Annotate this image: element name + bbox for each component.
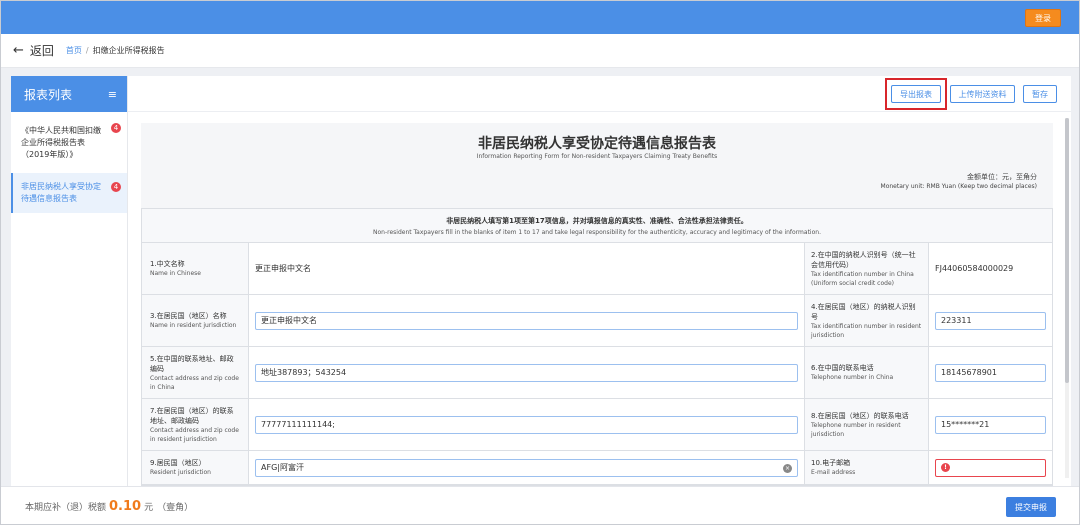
error-icon: ! — [941, 463, 950, 472]
field-label: 3.在居民国（地区）名称 Name in resident jurisdicti… — [142, 295, 249, 346]
report-form: 非居民纳税人享受协定待遇信息报告表 Information Reporting … — [141, 123, 1053, 486]
label-zh: 4.在居民国（地区）的纳税人识别号 — [811, 302, 916, 321]
resident-tax-id-cell: 223311 — [929, 295, 1052, 346]
field-label: 8.在居民国（地区）的联系电话 Telephone number in resi… — [805, 399, 929, 450]
label-en: Name in resident jurisdiction — [150, 322, 237, 329]
field-value: 更正申报中文名 — [255, 264, 311, 273]
resident-name-input[interactable]: 更正申报中文名 — [255, 311, 798, 330]
breadcrumb-current: 扣缴企业所得税报告 — [92, 46, 165, 55]
label-zh: 3.在居民国（地区）名称 — [150, 312, 227, 320]
resident-tax-id-input[interactable]: 223311 — [935, 311, 1046, 330]
resident-phone-input[interactable]: 15*******21 — [935, 415, 1046, 434]
sidebar-item-label: 《中华人民共和国扣缴企业所得税报告表（2019年版）》 — [21, 126, 101, 159]
tax-payable-label: 本期应补（退）税额 — [25, 503, 107, 513]
toolbar: 导出报表 上传附送资料 暂存 — [128, 76, 1071, 112]
china-address-input[interactable]: 地址387893；543254 — [255, 363, 798, 382]
tax-payable-amount: 0.10 — [109, 499, 142, 514]
field-label: 2.在中国的纳税人识别号（统一社会信用代码） Tax identificatio… — [805, 243, 929, 294]
sidebar-item-treaty-benefit-report[interactable]: 非居民纳税人享受协定待遇信息报告表 4 — [11, 173, 127, 213]
notice-en: Non-resident Taxpayers fill in the blank… — [373, 229, 821, 236]
field-label: 9.居民国（地区） Resident jurisdiction — [142, 451, 249, 484]
label-en: Contact address and zip code in China — [150, 374, 239, 391]
resident-name-cell: 更正申报中文名 — [249, 295, 805, 346]
app-window: 登录 ← 返回 首页 / 扣缴企业所得税报告 报表列表 ≡ 《中华人民共和国扣缴… — [0, 0, 1080, 525]
email-cell: ! — [929, 451, 1052, 484]
label-zh: 1.中文名称 — [150, 260, 185, 268]
field-label: 5.在中国的联系地址、邮政编码 Contact address and zip … — [142, 347, 249, 398]
table-row: 7.在居民国（地区）的联系地址、邮政编码 Contact address and… — [142, 399, 1052, 451]
name-in-chinese-value: 更正申报中文名 — [249, 243, 805, 294]
back-arrow-icon[interactable]: ← — [13, 43, 24, 58]
selected-value: AFG|阿富汗 — [261, 463, 304, 472]
field-label: 7.在居民国（地区）的联系地址、邮政编码 Contact address and… — [142, 399, 249, 450]
monetary-unit-en: Monetary unit: RMB Yuan (Keep two decima… — [880, 183, 1037, 190]
highlight-annotation — [885, 78, 947, 110]
menu-icon[interactable]: ≡ — [108, 88, 117, 101]
main-panel: 导出报表 上传附送资料 暂存 非居民纳税人享受协定待遇信息报告表 Informa… — [127, 76, 1071, 486]
label-zh: 6.在中国的联系电话 — [811, 364, 874, 372]
form-table: 非居民纳税人填写第1项至第17项信息，并对填报信息的真实性、准确性、合法性承担法… — [141, 208, 1053, 486]
upload-attachments-button[interactable]: 上传附送资料 — [950, 85, 1015, 103]
china-phone-cell: 18145678901 — [929, 347, 1052, 398]
sidebar-item-label: 非居民纳税人享受协定待遇信息报告表 — [21, 182, 101, 203]
resident-jurisdiction-select[interactable]: AFG|阿富汗 × — [255, 458, 798, 477]
sidebar-item-withholding-report[interactable]: 《中华人民共和国扣缴企业所得税报告表（2019年版）》 4 — [11, 112, 127, 167]
sidebar-title: 报表列表 — [24, 87, 73, 102]
label-zh: 10.电子邮箱 — [811, 459, 851, 467]
resident-jurisdiction-cell: AFG|阿富汗 × — [249, 451, 805, 484]
clear-icon[interactable]: × — [783, 463, 792, 473]
label-zh: 7.在居民国（地区）的联系地址、邮政编码 — [150, 406, 234, 425]
sidebar-header: 报表列表 ≡ — [11, 76, 127, 112]
label-en: Tax identification number in resident ju… — [811, 322, 922, 339]
error-count-badge: 4 — [111, 123, 121, 133]
error-count-badge: 4 — [111, 182, 121, 192]
resident-address-cell: 77777111111144; — [249, 399, 805, 450]
monetary-unit-zh: 金额单位：元，至角分 — [967, 173, 1037, 181]
breadcrumb-home-link[interactable]: 首页 — [66, 45, 82, 56]
field-label: 6.在中国的联系电话 Telephone number in China — [805, 347, 929, 398]
save-draft-button[interactable]: 暂存 — [1023, 85, 1057, 103]
form-title: 非居民纳税人享受协定待遇信息报告表 — [478, 136, 716, 152]
report-list-sidebar: 报表列表 ≡ 《中华人民共和国扣缴企业所得税报告表（2019年版）》 4 非居民… — [11, 76, 127, 486]
amount-in-words: （壹角） — [157, 503, 194, 513]
table-row: 3.在居民国（地区）名称 Name in resident jurisdicti… — [142, 295, 1052, 347]
back-link[interactable]: 返回 — [30, 42, 54, 59]
label-zh: 2.在中国的纳税人识别号（统一社会信用代码） — [811, 250, 916, 269]
field-label: 4.在居民国（地区）的纳税人识别号 Tax identification num… — [805, 295, 929, 346]
breadcrumb-separator: / — [85, 46, 89, 55]
china-phone-input[interactable]: 18145678901 — [935, 363, 1046, 382]
resident-phone-cell: 15*******21 — [929, 399, 1052, 450]
label-en: Name in Chinese — [150, 270, 201, 277]
label-en: E-mail address — [811, 469, 856, 476]
field-label: 10.电子邮箱 E-mail address — [805, 451, 929, 484]
field-value: FJ44060584000029 — [935, 264, 1014, 273]
label-zh: 5.在中国的联系地址、邮政编码 — [150, 354, 234, 373]
table-row: 5.在中国的联系地址、邮政编码 Contact address and zip … — [142, 347, 1052, 399]
currency-unit: 元 — [144, 503, 154, 513]
label-en: Tax identification number in China (Unif… — [811, 270, 914, 287]
label-en: Contact address and zip code in resident… — [150, 426, 239, 443]
submit-declaration-button[interactable]: 提交申报 — [1006, 497, 1056, 517]
footer-bar: 本期应补（退）税额 0.10 元 （壹角） 提交申报 — [1, 486, 1079, 524]
label-en: Telephone number in resident jurisdictio… — [811, 421, 901, 438]
field-label: 1.中文名称 Name in Chinese — [142, 243, 249, 294]
notice-zh: 非居民纳税人填写第1项至第17项信息，并对填报信息的真实性、准确性、合法性承担法… — [446, 217, 748, 225]
resident-address-input[interactable]: 77777111111144; — [255, 415, 798, 434]
scrollbar-thumb[interactable] — [1065, 118, 1069, 383]
form-subtitle: Information Reporting Form for Non-resid… — [476, 153, 718, 160]
label-zh: 8.在居民国（地区）的联系电话 — [811, 411, 909, 420]
label-en: Telephone number in China — [811, 374, 894, 381]
breadcrumb-bar: ← 返回 首页 / 扣缴企业所得税报告 — [1, 34, 1079, 68]
login-button[interactable]: 登录 — [1025, 9, 1061, 27]
label-zh: 9.居民国（地区） — [150, 459, 206, 467]
table-row: 9.居民国（地区） Resident jurisdiction AFG|阿富汗 … — [142, 451, 1052, 485]
table-row: 1.中文名称 Name in Chinese 更正申报中文名 2.在中国的纳税人… — [142, 243, 1052, 295]
form-notice: 非居民纳税人填写第1项至第17项信息，并对填报信息的真实性、准确性、合法性承担法… — [142, 209, 1052, 243]
top-header: 登录 — [1, 1, 1079, 34]
email-input[interactable]: ! — [935, 458, 1046, 477]
china-address-cell: 地址387893；543254 — [249, 347, 805, 398]
tax-id-china-value: FJ44060584000029 — [929, 243, 1052, 294]
label-en: Resident jurisdiction — [150, 469, 211, 476]
